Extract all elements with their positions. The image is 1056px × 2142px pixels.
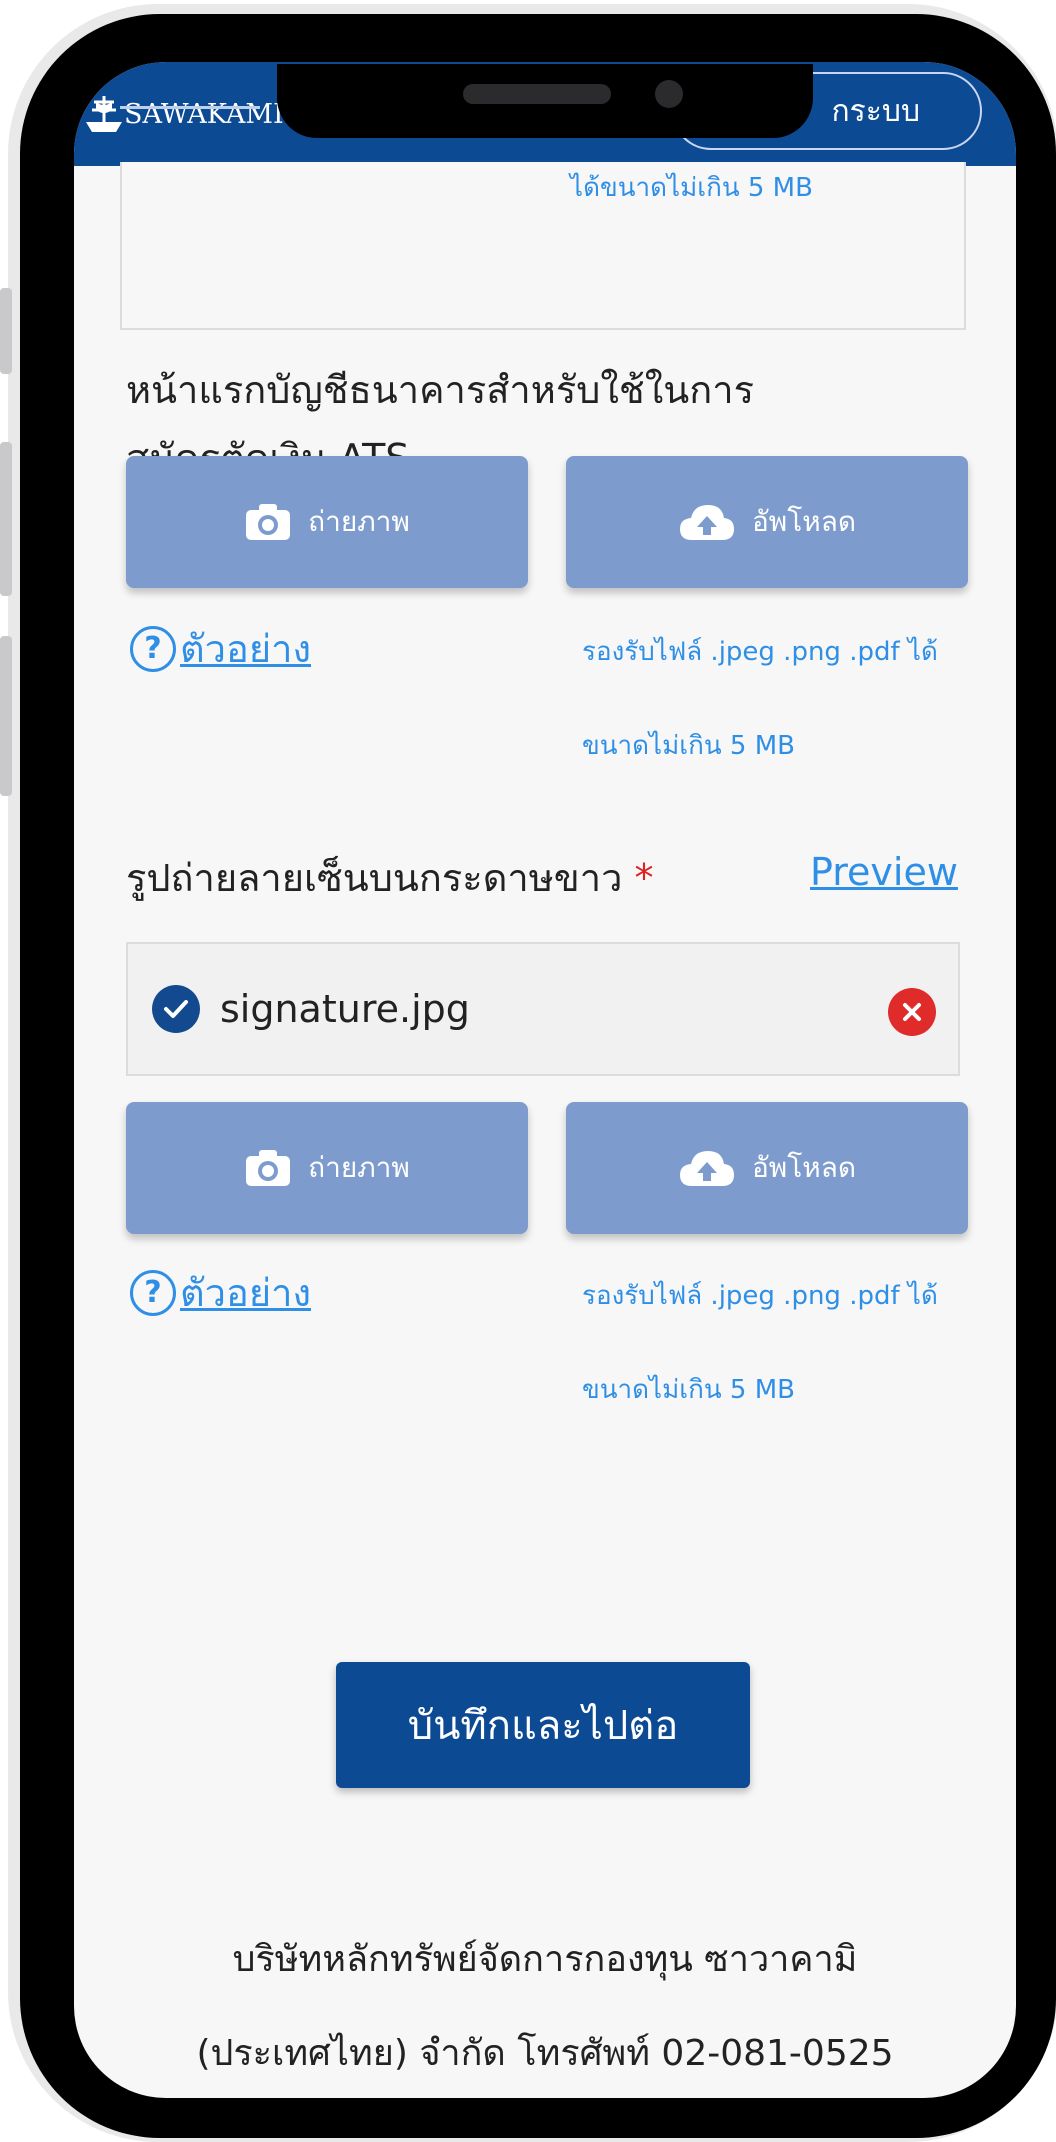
help-question-icon: ? xyxy=(130,625,176,672)
ship-logo-icon xyxy=(86,96,122,132)
mute-switch xyxy=(0,288,12,374)
logo-subtext xyxy=(120,106,260,109)
remove-file-icon[interactable] xyxy=(888,988,936,1036)
app-screen: SAWAKAMI กระบบ ได้ขนาดไม่เกิน 5 MB หน้าแ… xyxy=(74,62,1016,2098)
camera-icon xyxy=(246,1150,291,1186)
cloud-upload-icon xyxy=(679,1151,734,1186)
front-camera xyxy=(655,80,683,108)
previous-upload-box: ได้ขนาดไม่เกิน 5 MB xyxy=(120,162,966,330)
save-and-continue-button[interactable]: บันทึกและไปต่อ xyxy=(336,1662,750,1788)
logo-text: SAWAKAMI xyxy=(124,98,284,130)
footer-contact: (ประเทศไทย) จำกัด โทรศัพท์ 02-081-0525 xyxy=(196,2033,894,2074)
speaker-grille xyxy=(463,84,611,104)
uploaded-file-name: signature.jpg xyxy=(220,987,470,1031)
signature-example-label: ตัวอย่าง xyxy=(180,1271,311,1315)
signature-upload-label: อัพโหลด xyxy=(751,1151,857,1184)
signature-camera-label: ถ่ายภาพ xyxy=(308,1151,410,1184)
check-circle-icon xyxy=(152,985,200,1033)
file-size-hint: ได้ขนาดไม่เกิน 5 MB xyxy=(570,173,813,203)
bank-camera-label: ถ่ายภาพ xyxy=(308,505,410,538)
footer-company-name: บริษัทหลักทรัพย์จัดการกองทุน ซาวาคามิ xyxy=(232,1939,858,1980)
signature-camera-button[interactable]: ถ่ายภาพ xyxy=(126,1102,528,1234)
bank-example-link[interactable]: ? ตัวอย่าง xyxy=(130,618,311,679)
uploaded-file-row: signature.jpg xyxy=(126,942,960,1076)
signature-title-text: รูปถ่ายลายเซ็นบนกระดาษขาว xyxy=(126,856,623,900)
bank-example-label: ตัวอย่าง xyxy=(180,627,311,671)
company-logo: SAWAKAMI xyxy=(84,84,284,144)
signature-example-link[interactable]: ? ตัวอย่าง xyxy=(130,1262,311,1323)
volume-down-button xyxy=(0,636,12,796)
signature-file-size-hint: ขนาดไม่เกิน 5 MB xyxy=(582,1375,795,1405)
save-button-label: บันทึกและไปต่อ xyxy=(407,1703,679,1749)
bank-file-types-hint: รองรับไฟล์ .jpeg .png .pdf ได้ xyxy=(582,637,938,667)
header-action-label: กระบบ xyxy=(831,93,920,129)
bank-upload-label: อัพโหลด xyxy=(751,505,857,538)
phone-notch xyxy=(277,64,813,138)
bank-section-title-line1: หน้าแรกบัญชีธนาคารสำหรับใช้ในการ xyxy=(126,368,754,412)
preview-link[interactable]: Preview xyxy=(810,850,958,894)
volume-up-button xyxy=(0,442,12,596)
help-question-icon: ? xyxy=(130,1269,176,1316)
bank-camera-button[interactable]: ถ่ายภาพ xyxy=(126,456,528,588)
cloud-upload-icon xyxy=(679,505,734,540)
required-mark: * xyxy=(634,856,654,900)
signature-upload-button[interactable]: อัพโหลด xyxy=(566,1102,968,1234)
camera-icon xyxy=(246,504,291,540)
signature-section-title: รูปถ่ายลายเซ็นบนกระดาษขาว * xyxy=(126,840,654,916)
bank-file-size-hint: ขนาดไม่เกิน 5 MB xyxy=(582,731,795,761)
signature-file-types-hint: รองรับไฟล์ .jpeg .png .pdf ได้ xyxy=(582,1281,938,1311)
bank-upload-button[interactable]: อัพโหลด xyxy=(566,456,968,588)
